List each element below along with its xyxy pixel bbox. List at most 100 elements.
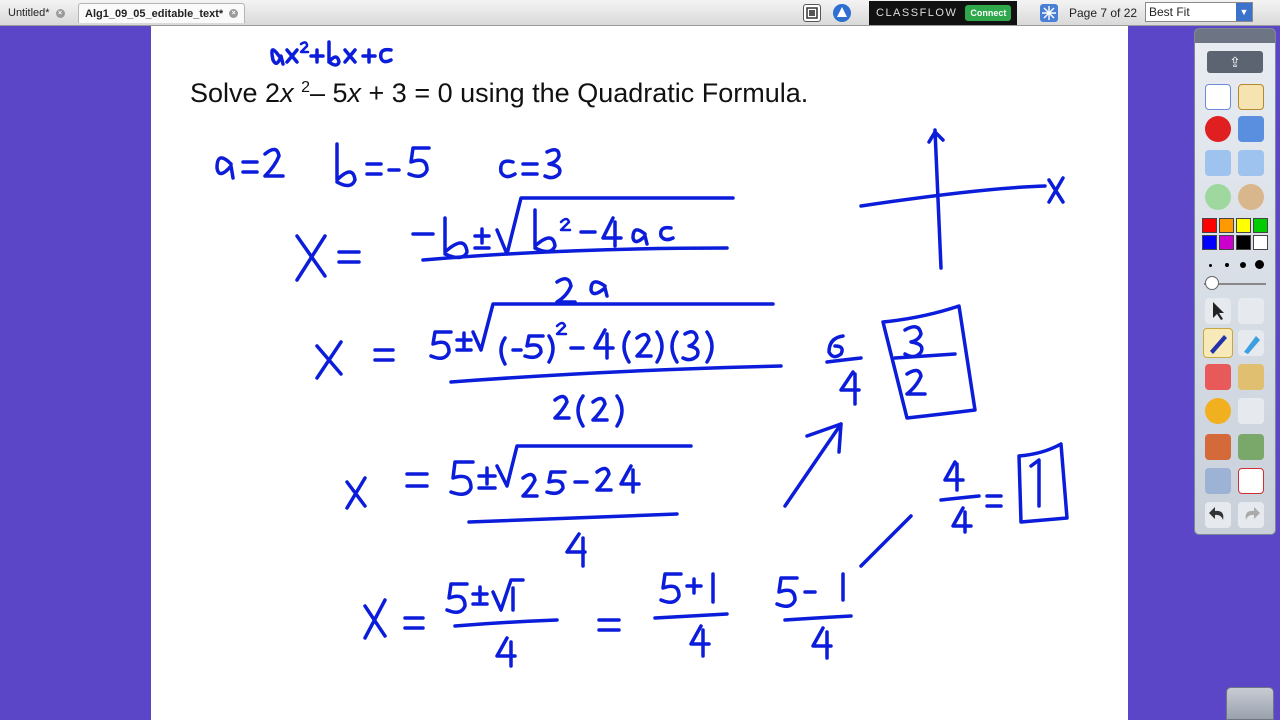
ink-stroke	[345, 476, 367, 510]
globe-icon[interactable]	[1238, 184, 1264, 210]
reset-icon[interactable]	[1238, 468, 1264, 494]
color-black-swatch[interactable]	[1236, 235, 1251, 250]
close-icon[interactable]: ×	[229, 9, 239, 18]
media-icon[interactable]	[1238, 434, 1264, 460]
ink-stroke	[533, 208, 557, 254]
ink-stroke	[1029, 458, 1041, 508]
ink-stroke	[403, 616, 425, 630]
ink-stroke	[405, 472, 429, 488]
pen-width-1[interactable]	[1209, 264, 1212, 267]
tools-icon[interactable]	[1238, 298, 1264, 324]
ink-stroke	[373, 348, 395, 362]
ink-stroke	[365, 162, 401, 176]
highlighter-icon[interactable]	[1238, 330, 1264, 356]
ink-stroke	[601, 216, 623, 248]
top-bar: Untitled* × Alg1_09_05_editable_text* × …	[0, 0, 1280, 26]
tab-untitled[interactable]: Untitled* ×	[2, 3, 71, 23]
undo-icon[interactable]	[1205, 502, 1231, 528]
ink-stroke	[670, 330, 679, 364]
select-arrow-icon[interactable]	[1205, 298, 1231, 324]
ink-stroke	[783, 614, 853, 622]
classflow-brand: CLASSFLOW	[876, 7, 958, 19]
pen-width-2[interactable]	[1225, 263, 1229, 267]
fill-icon[interactable]	[1238, 364, 1264, 390]
next-page-icon[interactable]	[1238, 150, 1264, 176]
ink-stroke	[811, 626, 833, 660]
ink-stroke	[499, 159, 517, 179]
ink-stroke	[658, 225, 675, 242]
page-browser-icon[interactable]	[1205, 84, 1231, 110]
camera-icon[interactable]	[1205, 434, 1231, 460]
ink-stroke	[775, 576, 799, 608]
ink-stroke	[337, 250, 361, 264]
ink-stroke	[859, 514, 913, 568]
trash-icon[interactable]	[1226, 687, 1274, 720]
property-icon[interactable]	[1238, 116, 1264, 142]
ink-stroke	[859, 184, 1047, 208]
ink-stroke	[299, 41, 310, 54]
ink-stroke	[1047, 176, 1065, 204]
ink-stroke	[565, 532, 587, 568]
ink-stroke	[467, 512, 679, 524]
zoom-select[interactable]: Best Fit ▼	[1145, 2, 1253, 22]
ink-stroke	[659, 572, 683, 604]
ink-stroke	[555, 321, 568, 336]
color-red-swatch[interactable]	[1202, 218, 1217, 233]
ink-stroke	[635, 332, 653, 358]
ink-stroke	[576, 394, 585, 428]
pen-icon[interactable]	[1203, 328, 1233, 358]
timer-icon[interactable]	[1205, 468, 1231, 494]
ink-stroke	[215, 156, 235, 180]
ink-stroke	[521, 472, 539, 498]
color-green-swatch[interactable]	[1253, 218, 1268, 233]
pen-width-4[interactable]	[1255, 260, 1264, 269]
ink-stroke	[825, 356, 863, 364]
snowflake-icon[interactable]	[1040, 4, 1058, 22]
ink-stroke	[361, 48, 377, 64]
ink-stroke	[315, 340, 343, 380]
ink-stroke	[589, 280, 609, 298]
ink-stroke	[455, 331, 473, 352]
color-white-swatch[interactable]	[1253, 235, 1268, 250]
ink-stroke	[553, 394, 571, 420]
color-orange-swatch[interactable]	[1219, 218, 1234, 233]
shape-icon[interactable]	[1205, 398, 1231, 424]
slider-handle[interactable]	[1205, 276, 1219, 290]
eraser-icon[interactable]	[1205, 364, 1231, 390]
ink-stroke	[495, 444, 693, 488]
tab-alg1[interactable]: Alg1_09_05_editable_text* ×	[78, 3, 246, 23]
flipchart-page[interactable]: Solve 2x 2– 5x + 3 = 0 using the Quadrat…	[151, 26, 1128, 720]
redo-icon[interactable]	[1238, 502, 1264, 528]
ink-stroke	[495, 636, 517, 668]
ink-stroke	[429, 330, 453, 360]
color-blue-swatch[interactable]	[1202, 235, 1217, 250]
connect-button[interactable]: Connect	[965, 5, 1012, 21]
tab-label: Untitled*	[8, 7, 50, 19]
close-icon[interactable]: ×	[55, 8, 65, 18]
ink-stroke	[681, 330, 700, 362]
resource-browser-icon[interactable]	[1238, 84, 1264, 110]
record-icon[interactable]	[1205, 116, 1231, 142]
share-icon[interactable]: ⇪	[1207, 51, 1263, 73]
ink-stroke	[449, 460, 475, 496]
classflow-panel: CLASSFLOW Connect	[869, 1, 1017, 25]
ink-stroke	[443, 216, 469, 260]
ink-stroke	[559, 217, 572, 232]
connector-icon[interactable]	[1238, 398, 1264, 424]
dashboard-icon[interactable]	[833, 4, 851, 22]
previous-page-icon[interactable]	[1205, 150, 1231, 176]
view-icon[interactable]	[803, 4, 821, 22]
ink-stroke	[881, 304, 977, 420]
color-magenta-swatch[interactable]	[1219, 235, 1234, 250]
ink-stroke	[631, 228, 649, 246]
ink-stroke	[309, 48, 325, 64]
color-yellow-swatch[interactable]	[1236, 218, 1251, 233]
zoom-value: Best Fit	[1149, 5, 1190, 19]
ink-stroke	[547, 334, 555, 364]
ink-stroke	[363, 598, 387, 640]
ink-stroke	[951, 506, 973, 534]
ink-stroke	[471, 585, 489, 606]
play-icon[interactable]	[1205, 184, 1231, 210]
ink-stroke	[263, 147, 285, 178]
pen-width-3[interactable]	[1240, 262, 1246, 268]
